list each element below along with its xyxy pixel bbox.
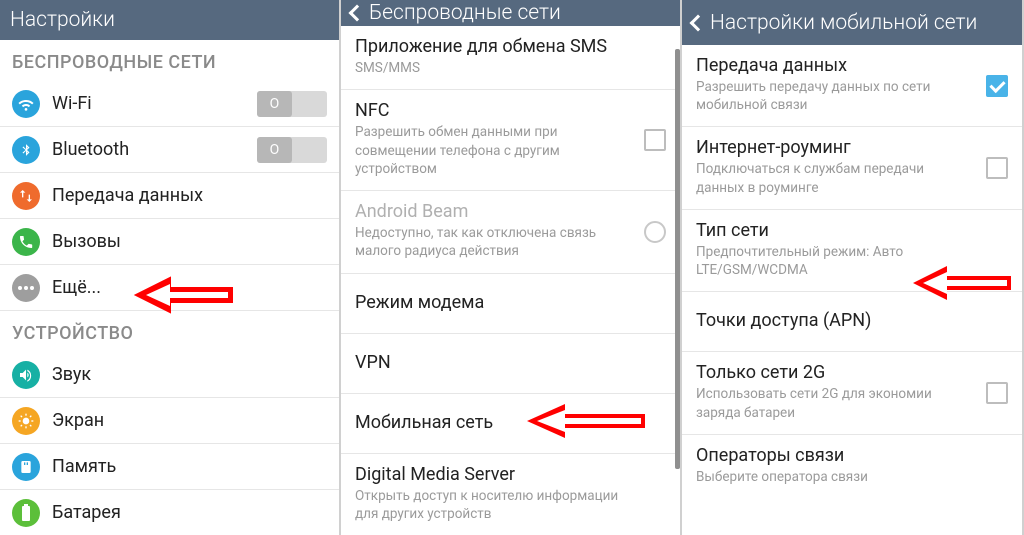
sms-title: Приложение для обмена SMS xyxy=(355,36,666,57)
wifi-icon xyxy=(12,90,40,118)
row-network-type[interactable]: Тип сети Предпочтительный режим: Авто LT… xyxy=(682,210,1022,292)
vpn-title: VPN xyxy=(355,352,666,373)
nettype-sub: Предпочтительный режим: Авто LTE/GSM/WCD… xyxy=(696,243,1008,279)
bluetooth-toggle[interactable]: O xyxy=(257,137,327,163)
calls-label: Вызовы xyxy=(52,231,327,252)
row-data[interactable]: Передача данных xyxy=(0,173,339,219)
row-data-transfer[interactable]: Передача данных Разрешить передачу данны… xyxy=(682,45,1022,127)
bluetooth-toggle-knob: O xyxy=(257,137,292,163)
only2g-sub: Использовать сети 2G для экономии заряда… xyxy=(696,385,1008,421)
ops-title: Операторы связи xyxy=(696,445,1008,466)
row-battery[interactable]: Батарея xyxy=(0,490,339,535)
row-2g-only[interactable]: Только сети 2G Использовать сети 2G для … xyxy=(682,352,1022,434)
row-wifi[interactable]: Wi-Fi O xyxy=(0,81,339,127)
dms-sub: Открыть доступ к носителю информации для… xyxy=(355,487,666,523)
section-device: УСТРОЙСТВО xyxy=(0,311,339,352)
only2g-checkbox[interactable] xyxy=(986,382,1008,404)
header-title: Настройки xyxy=(10,8,115,32)
data-title: Передача данных xyxy=(696,55,1008,76)
battery-icon xyxy=(12,499,40,527)
sms-sub: SMS/MMS xyxy=(355,59,666,77)
apn-title: Точки доступа (APN) xyxy=(696,310,1008,331)
row-vpn[interactable]: VPN xyxy=(341,334,680,394)
dms-title: Digital Media Server xyxy=(355,464,666,485)
battery-label: Батарея xyxy=(52,502,327,523)
beam-radio xyxy=(644,221,666,243)
row-apn[interactable]: Точки доступа (APN) xyxy=(682,292,1022,352)
header-title: Беспроводные сети xyxy=(369,1,561,25)
more-label: Ещё... xyxy=(52,277,327,298)
row-dms[interactable]: Digital Media Server Открыть доступ к но… xyxy=(341,454,680,535)
nettype-title: Тип сети xyxy=(696,220,1008,241)
wifi-toggle[interactable]: O xyxy=(257,91,327,117)
data-icon xyxy=(12,182,40,210)
row-sms-app[interactable]: Приложение для обмена SMS SMS/MMS xyxy=(341,26,680,90)
sound-label: Звук xyxy=(52,364,327,385)
beam-title: Android Beam xyxy=(355,201,666,222)
back-icon[interactable] xyxy=(690,14,707,31)
bluetooth-icon xyxy=(12,136,40,164)
header-mobile[interactable]: Настройки мобильной сети xyxy=(682,0,1022,45)
scrollbar-thumb[interactable] xyxy=(675,49,680,469)
row-sound[interactable]: Звук xyxy=(0,352,339,398)
memory-icon xyxy=(12,453,40,481)
calls-icon xyxy=(12,228,40,256)
roam-title: Интернет-роуминг xyxy=(696,137,1008,158)
scrollbar[interactable] xyxy=(675,45,680,535)
back-icon[interactable] xyxy=(349,5,366,22)
mobile-title: Мобильная сеть xyxy=(355,412,666,433)
wifi-toggle-knob: O xyxy=(257,91,292,117)
settings-panel: Настройки БЕСПРОВОДНЫЕ СЕТИ Wi-Fi O Blue… xyxy=(0,0,341,535)
roaming-checkbox[interactable] xyxy=(986,157,1008,179)
tether-title: Режим модема xyxy=(355,292,666,313)
row-roaming[interactable]: Интернет-роуминг Подключаться к службам … xyxy=(682,127,1022,209)
row-calls[interactable]: Вызовы xyxy=(0,219,339,265)
header-wireless[interactable]: Беспроводные сети xyxy=(341,0,680,26)
more-icon xyxy=(12,274,40,302)
beam-sub: Недоступно, так как отключена связь мало… xyxy=(355,224,666,260)
data-sub: Разрешить передачу данных по сети мобиль… xyxy=(696,78,1008,114)
only2g-title: Только сети 2G xyxy=(696,362,1008,383)
row-nfc[interactable]: NFC Разрешить обмен данными при совмещен… xyxy=(341,90,680,191)
row-tethering[interactable]: Режим модема xyxy=(341,274,680,334)
bluetooth-label: Bluetooth xyxy=(52,139,257,160)
nfc-sub: Разрешить обмен данными при совмещении т… xyxy=(355,123,666,178)
row-android-beam: Android Beam Недоступно, так как отключе… xyxy=(341,191,680,273)
wireless-panel: Беспроводные сети Приложение для обмена … xyxy=(341,0,682,535)
row-memory[interactable]: Память xyxy=(0,444,339,490)
mobile-network-panel: Настройки мобильной сети Передача данных… xyxy=(682,0,1024,535)
header-title: Настройки мобильной сети xyxy=(710,11,977,35)
wifi-label: Wi-Fi xyxy=(52,93,257,114)
row-mobile-network[interactable]: Мобильная сеть xyxy=(341,394,680,454)
row-operators[interactable]: Операторы связи Выберите оператора связи xyxy=(682,435,1022,498)
roam-sub: Подключаться к службам передачи данных в… xyxy=(696,160,1008,196)
row-screen[interactable]: Экран xyxy=(0,398,339,444)
nfc-title: NFC xyxy=(355,100,666,121)
ops-sub: Выберите оператора связи xyxy=(696,468,1008,486)
screen-label: Экран xyxy=(52,410,327,431)
data-label: Передача данных xyxy=(52,185,327,206)
row-more[interactable]: Ещё... xyxy=(0,265,339,311)
nfc-checkbox[interactable] xyxy=(644,129,666,151)
section-wireless: БЕСПРОВОДНЫЕ СЕТИ xyxy=(0,40,339,81)
data-checkbox[interactable] xyxy=(986,75,1008,97)
header-settings: Настройки xyxy=(0,0,339,40)
sound-icon xyxy=(12,361,40,389)
row-bluetooth[interactable]: Bluetooth O xyxy=(0,127,339,173)
memory-label: Память xyxy=(52,456,327,477)
screen-icon xyxy=(12,407,40,435)
